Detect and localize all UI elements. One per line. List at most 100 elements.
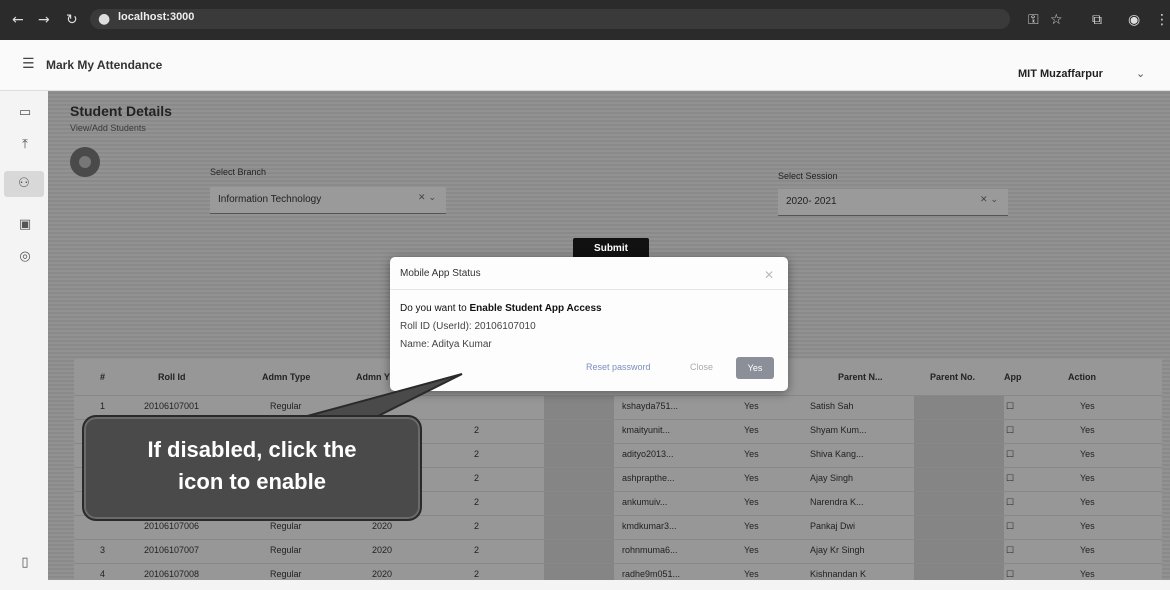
- app-toggle-icon[interactable]: ☐: [1006, 545, 1014, 556]
- action-link[interactable]: Yes: [1080, 569, 1095, 579]
- cell-sem: 2: [474, 473, 480, 483]
- back-icon[interactable]: ←: [12, 12, 24, 28]
- action-link[interactable]: Yes: [1080, 425, 1095, 435]
- col-header: Roll Id: [158, 372, 186, 382]
- sidebar: ▭ ⤒ ⚇ ▣ ◎ ▯: [0, 91, 49, 590]
- callout-line-2: icon to enable: [178, 469, 326, 494]
- cell-parent: Pankaj Dwi: [810, 521, 856, 531]
- cell-index: 1: [100, 401, 106, 411]
- url-text[interactable]: localhost:3000: [118, 11, 194, 23]
- action-link[interactable]: Yes: [1080, 401, 1095, 411]
- app-toggle-icon[interactable]: ☐: [1006, 449, 1014, 460]
- question-bold: Enable Student App Access: [469, 303, 602, 314]
- mobile-app-status-modal: Mobile App Status ✕ Do you want to Enabl…: [390, 257, 788, 391]
- app-toggle-icon[interactable]: ☐: [1006, 521, 1014, 532]
- cell-type: Regular: [270, 401, 302, 411]
- browser-toolbar: ← → ↻ ● localhost:3000 ⚿ ☆ ⧉ ◉ ⋮: [0, 0, 1170, 40]
- col-header: Parent No.: [930, 372, 976, 382]
- branch-label: Select Branch: [210, 167, 267, 177]
- cell-index: 4: [100, 569, 106, 579]
- cell-type: Regular: [270, 569, 302, 579]
- avatar: [70, 147, 100, 177]
- tooltip-callout: If disabled, click the icon to enable: [82, 415, 422, 521]
- action-link[interactable]: Yes: [1080, 449, 1095, 459]
- cell-roll: 20106107006: [144, 521, 200, 531]
- divider: [390, 289, 788, 290]
- cell-sem: 2: [474, 545, 480, 555]
- cell-parent: Ajay Kr Singh: [810, 545, 865, 555]
- page-subtitle: View/Add Students: [70, 123, 146, 133]
- cell-type: Regular: [270, 521, 302, 531]
- cell-email: ashprapthe...: [622, 473, 675, 483]
- cell-email: rohnmuma6...: [622, 545, 678, 555]
- reports-icon[interactable]: ◎: [15, 249, 35, 269]
- teacher-icon[interactable]: ▣: [15, 217, 35, 237]
- cell-roll: 20106107007: [144, 545, 200, 555]
- address-bar[interactable]: [90, 9, 1010, 29]
- app-toggle-icon[interactable]: ☐: [1006, 569, 1014, 580]
- chevron-down-icon[interactable]: ⌄: [1136, 67, 1145, 80]
- cell-parent: Shiva Kang...: [810, 449, 864, 459]
- cell-reg: Yes: [744, 497, 759, 507]
- cell-email: kmdkumar3...: [622, 521, 677, 531]
- action-link[interactable]: Yes: [1080, 473, 1095, 483]
- action-link[interactable]: Yes: [1080, 497, 1095, 507]
- app-toggle-icon[interactable]: ☐: [1006, 425, 1014, 436]
- action-link[interactable]: Yes: [1080, 545, 1095, 555]
- device-icon[interactable]: ▯: [15, 555, 35, 575]
- app-toggle-icon[interactable]: ☐: [1006, 401, 1014, 412]
- upload-icon[interactable]: ⤒: [15, 137, 35, 157]
- action-link[interactable]: Yes: [1080, 521, 1095, 531]
- cell-email: kshayda751...: [622, 401, 679, 411]
- menu-icon[interactable]: ☰: [22, 56, 35, 72]
- key-icon[interactable]: ⚿: [1028, 12, 1039, 28]
- calendar-icon[interactable]: ▭: [15, 105, 35, 125]
- session-value: 2020- 2021: [786, 196, 837, 207]
- cell-reg: Yes: [744, 449, 759, 459]
- more-icon[interactable]: ⋮: [1155, 12, 1169, 28]
- col-header: #: [100, 372, 106, 382]
- chevron-down-icon: ✕ ⌄: [980, 195, 998, 205]
- cell-sem: 2: [474, 569, 480, 579]
- col-header: Admn Type: [262, 372, 311, 382]
- students-icon[interactable]: ⚇: [4, 171, 44, 197]
- cell-parent: Satish Sah: [810, 401, 854, 411]
- cell-roll: 20106107008: [144, 569, 200, 579]
- col-header: Action: [1068, 372, 1096, 382]
- branch-select[interactable]: Information Technology ✕ ⌄: [210, 187, 446, 214]
- forward-icon[interactable]: →: [38, 12, 50, 28]
- cell-sem: 2: [474, 449, 480, 459]
- app-title: Mark My Attendance: [46, 58, 163, 72]
- modal-title: Mobile App Status: [400, 268, 481, 279]
- yes-button[interactable]: Yes: [736, 357, 774, 379]
- question-prefix: Do you want to: [400, 303, 467, 314]
- profile-icon[interactable]: ◉: [1128, 12, 1140, 28]
- modal-roll-id: Roll ID (UserId): 20106107010: [400, 321, 536, 332]
- star-icon[interactable]: ☆: [1050, 12, 1063, 28]
- cell-email: adityo2013...: [622, 449, 674, 459]
- app-toggle-icon[interactable]: ☐: [1006, 497, 1014, 508]
- app-header: ☰ Mark My Attendance MIT Muzaffarpur ⌄: [0, 40, 1170, 91]
- cell-parent: Shyam Kum...: [810, 425, 867, 435]
- reload-icon[interactable]: ↻: [66, 12, 78, 28]
- cell-parent: Narendra K...: [810, 497, 864, 507]
- col-header: Admn Yr: [356, 372, 394, 382]
- cell-reg: Yes: [744, 545, 759, 555]
- cell-reg: Yes: [744, 521, 759, 531]
- site-info-icon[interactable]: ●: [98, 11, 110, 27]
- page-title: Student Details: [70, 103, 172, 119]
- reset-password-button[interactable]: Reset password: [586, 362, 651, 372]
- extension-icon[interactable]: ⧉: [1092, 12, 1102, 28]
- modal-question: Do you want to Enable Student App Access: [400, 303, 602, 314]
- close-button[interactable]: Close: [690, 362, 713, 372]
- branch-value: Information Technology: [218, 194, 322, 205]
- session-select[interactable]: 2020- 2021 ✕ ⌄: [778, 189, 1008, 216]
- cell-sem: 2: [474, 425, 480, 435]
- app-toggle-icon[interactable]: ☐: [1006, 473, 1014, 484]
- col-header: Parent N...: [838, 372, 883, 382]
- close-icon[interactable]: ✕: [764, 268, 774, 282]
- cell-parent: Ajay Singh: [810, 473, 854, 483]
- col-header: App: [1004, 372, 1022, 382]
- table-row: 3 20106107007 Regular 2020 2 rohnmuma6..…: [74, 539, 1162, 563]
- cell-year: 2020: [372, 521, 393, 531]
